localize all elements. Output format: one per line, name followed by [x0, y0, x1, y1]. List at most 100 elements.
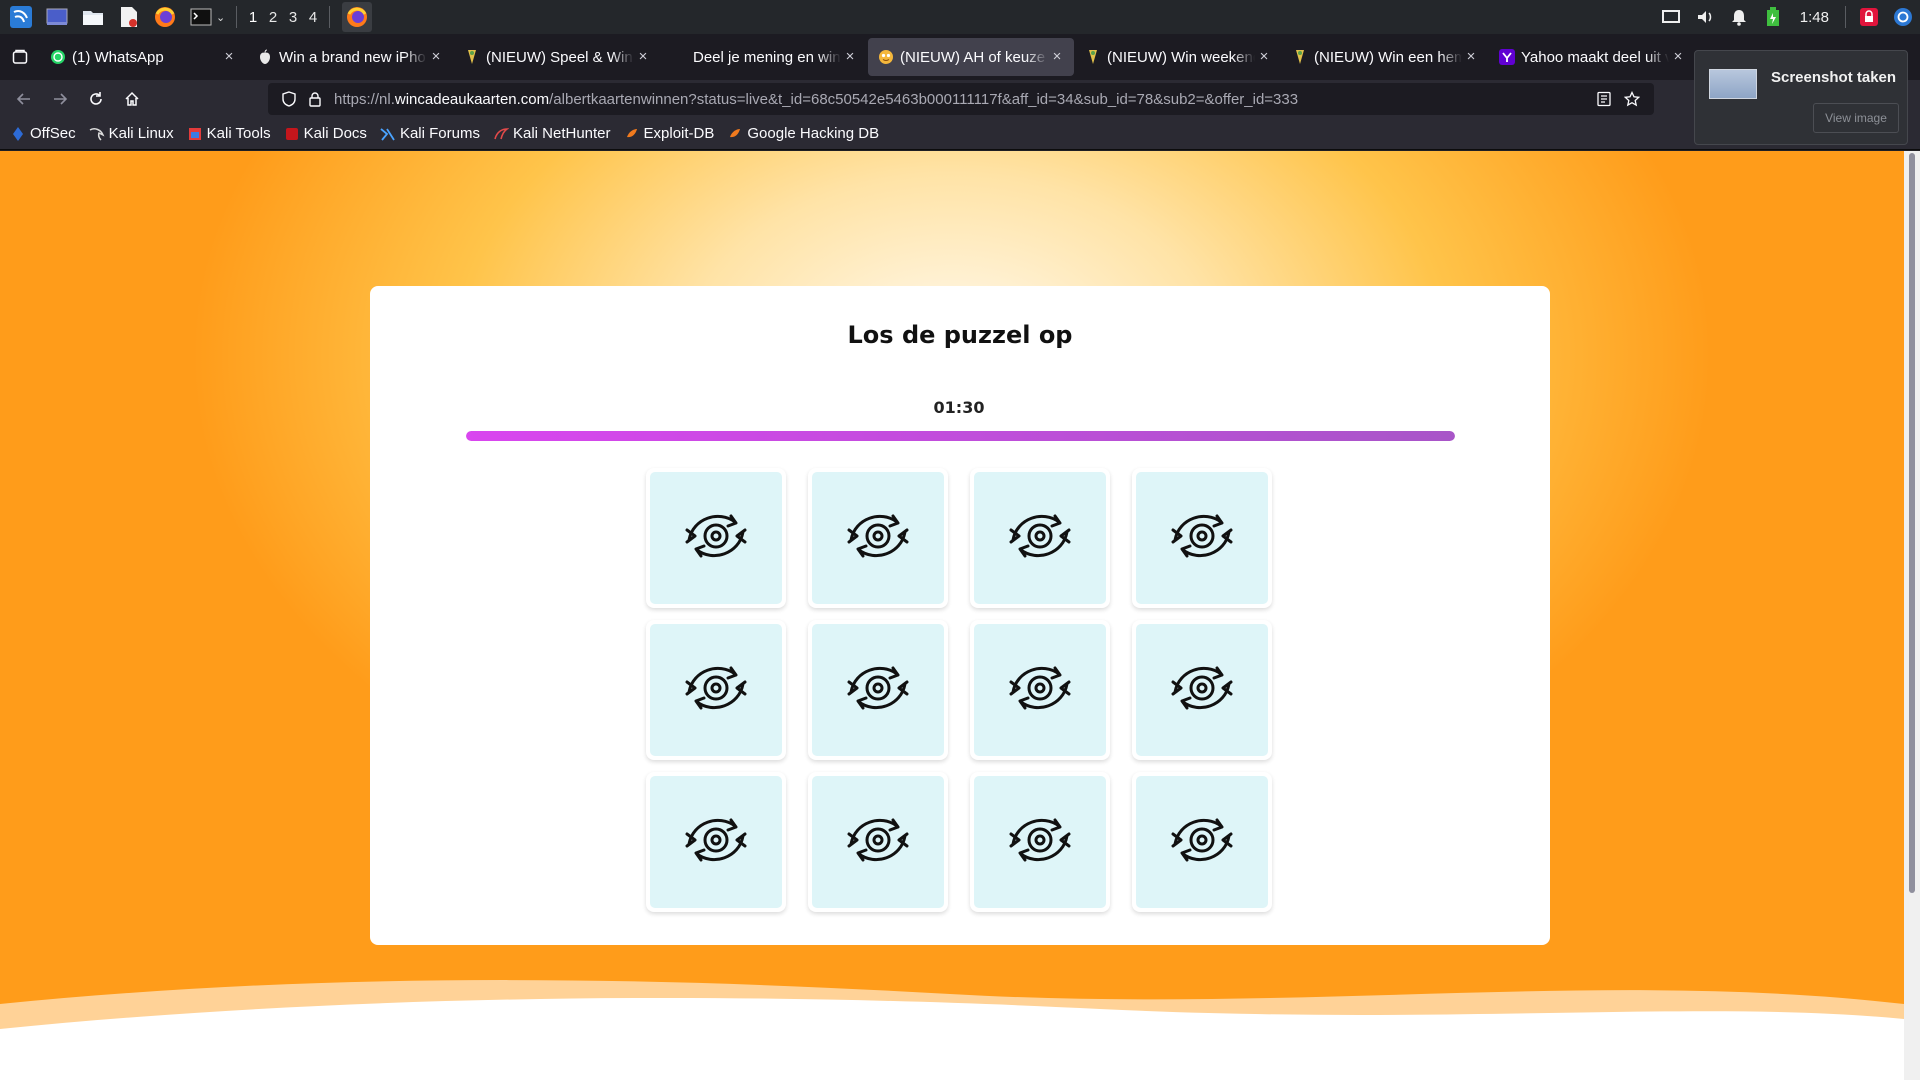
emoji-icon: [878, 49, 894, 65]
apple-icon: [257, 49, 273, 65]
taskbar-divider: [236, 6, 237, 28]
terminal-icon[interactable]: [186, 2, 216, 32]
workspace-1[interactable]: 1: [243, 9, 263, 26]
tab-yahoo[interactable]: Yahoo maakt deel uit van ×: [1489, 38, 1695, 76]
workspace-2[interactable]: 2: [263, 9, 283, 26]
display-icon[interactable]: [1654, 0, 1688, 34]
tab-label: Deel je mening en win: [693, 48, 841, 66]
decorative-wave: [0, 980, 1904, 1080]
url-text[interactable]: https://nl.wincadeaukaarten.com/albertka…: [334, 91, 1298, 108]
kali-tools-icon: [187, 126, 203, 142]
back-icon[interactable]: [6, 83, 42, 115]
terminal-dropdown-chevron-icon[interactable]: ⌄: [216, 11, 230, 24]
bookmark-star-icon[interactable]: [1618, 86, 1646, 112]
bookmark-kali-forums[interactable]: Kali Forums: [380, 125, 480, 142]
bookmark-google-hacking-db[interactable]: Google Hacking DB: [727, 125, 879, 142]
flip-eye-icon: [1165, 658, 1239, 722]
firefox-window-icon[interactable]: [342, 2, 372, 32]
bookmark-label: Kali Docs: [303, 125, 367, 142]
home-icon[interactable]: [114, 83, 150, 115]
tile-face: [650, 776, 782, 908]
tile-face: [812, 624, 944, 756]
tab-speel-win[interactable]: (NIEUW) Speel & Win Dit ×: [454, 38, 660, 76]
forward-icon[interactable]: [42, 83, 78, 115]
volume-icon[interactable]: [1688, 0, 1722, 34]
memory-tile[interactable]: [808, 468, 948, 608]
memory-tile[interactable]: [808, 620, 948, 760]
yahoo-icon: [1499, 49, 1515, 65]
tab-close-icon[interactable]: ×: [427, 48, 445, 66]
firefox-view-icon[interactable]: [0, 34, 40, 80]
tracking-protection-shield-icon[interactable]: [276, 86, 302, 112]
bookmark-kali-tools[interactable]: Kali Tools: [187, 125, 271, 142]
tab-win-hemelbed[interactable]: (NIEUW) Win een hemelbed ×: [1282, 38, 1488, 76]
power-icon[interactable]: [1886, 0, 1920, 34]
bookmark-exploit-db[interactable]: Exploit-DB: [624, 125, 714, 142]
tab-whatsapp[interactable]: (1) WhatsApp ×: [40, 38, 246, 76]
memory-tile[interactable]: [970, 620, 1110, 760]
clock[interactable]: 1:48: [1790, 9, 1839, 26]
tile-face: [812, 472, 944, 604]
bookmark-offsec[interactable]: OffSec: [10, 125, 76, 142]
tile-face: [1136, 472, 1268, 604]
scrollbar-thumb[interactable]: [1909, 153, 1915, 893]
workspace-3[interactable]: 3: [283, 9, 303, 26]
kali-docs-icon: [284, 126, 300, 142]
memory-tile[interactable]: [646, 468, 786, 608]
flip-eye-icon: [679, 658, 753, 722]
tab-close-icon[interactable]: ×: [634, 48, 652, 66]
tab-iphone[interactable]: Win a brand new iPhone ×: [247, 38, 453, 76]
memory-tile[interactable]: [970, 772, 1110, 912]
tab-close-icon[interactable]: ×: [1462, 48, 1480, 66]
url-actions: [1590, 86, 1646, 112]
url-scheme: https://nl.: [334, 90, 395, 108]
padlock-icon[interactable]: [302, 86, 328, 112]
tab-label: (NIEUW) Speel & Win Dit: [486, 48, 634, 66]
memory-tile[interactable]: [1132, 620, 1272, 760]
tab-deel-mening[interactable]: Deel je mening en win ×: [661, 38, 867, 76]
workspace-4[interactable]: 4: [303, 9, 323, 26]
bookmark-kali-docs[interactable]: Kali Docs: [284, 125, 367, 142]
bookmark-label: Kali Linux: [108, 125, 174, 142]
kali-dragon-icon: [89, 126, 105, 142]
url-bar[interactable]: https://nl.wincadeaukaarten.com/albertka…: [268, 83, 1654, 115]
firefox-launcher-icon[interactable]: [150, 2, 180, 32]
tab-close-icon[interactable]: ×: [220, 48, 238, 66]
flip-eye-icon: [1003, 658, 1077, 722]
tab-close-icon[interactable]: ×: [1669, 48, 1687, 66]
memory-tile[interactable]: [970, 468, 1110, 608]
desktop-icon[interactable]: [42, 2, 72, 32]
notification-bell-icon[interactable]: [1722, 0, 1756, 34]
reload-icon[interactable]: [78, 83, 114, 115]
tray-divider: [1845, 6, 1846, 28]
tab-close-icon[interactable]: ×: [841, 48, 859, 66]
memory-tile[interactable]: [1132, 468, 1272, 608]
memory-tile[interactable]: [808, 772, 948, 912]
bookmark-kali-nethunter[interactable]: Kali NetHunter: [493, 125, 611, 142]
flip-eye-icon: [679, 810, 753, 874]
bookmark-kali-linux[interactable]: Kali Linux: [89, 125, 174, 142]
kali-menu-icon[interactable]: [6, 2, 36, 32]
view-image-button[interactable]: View image: [1813, 103, 1899, 133]
flip-eye-icon: [679, 506, 753, 570]
lock-screen-icon[interactable]: [1852, 0, 1886, 34]
bookmark-label: Kali NetHunter: [512, 125, 611, 142]
text-editor-icon[interactable]: [114, 2, 144, 32]
tile-face: [650, 472, 782, 604]
bookmark-label: Kali Forums: [399, 125, 480, 142]
memory-tile[interactable]: [646, 620, 786, 760]
tab-close-icon[interactable]: ×: [1255, 48, 1273, 66]
file-manager-icon[interactable]: [78, 2, 108, 32]
puzzle-card: Los de puzzel op 01:30: [370, 286, 1550, 945]
memory-tile[interactable]: [1132, 772, 1272, 912]
tab-win-weekendje[interactable]: (NIEUW) Win weekendje ×: [1075, 38, 1281, 76]
tab-close-icon[interactable]: ×: [1048, 48, 1066, 66]
battery-icon[interactable]: [1756, 0, 1790, 34]
timer-progress-bar: [466, 431, 1455, 441]
tab-label: Win a brand new iPhone: [279, 48, 427, 66]
page-scrollbar[interactable]: [1904, 151, 1920, 1080]
reader-view-icon[interactable]: [1590, 86, 1618, 112]
memory-tile[interactable]: [646, 772, 786, 912]
screenshot-thumbnail[interactable]: [1709, 69, 1757, 99]
tab-ah-keuze-active[interactable]: (NIEUW) AH of keuze kaart ×: [868, 38, 1074, 76]
